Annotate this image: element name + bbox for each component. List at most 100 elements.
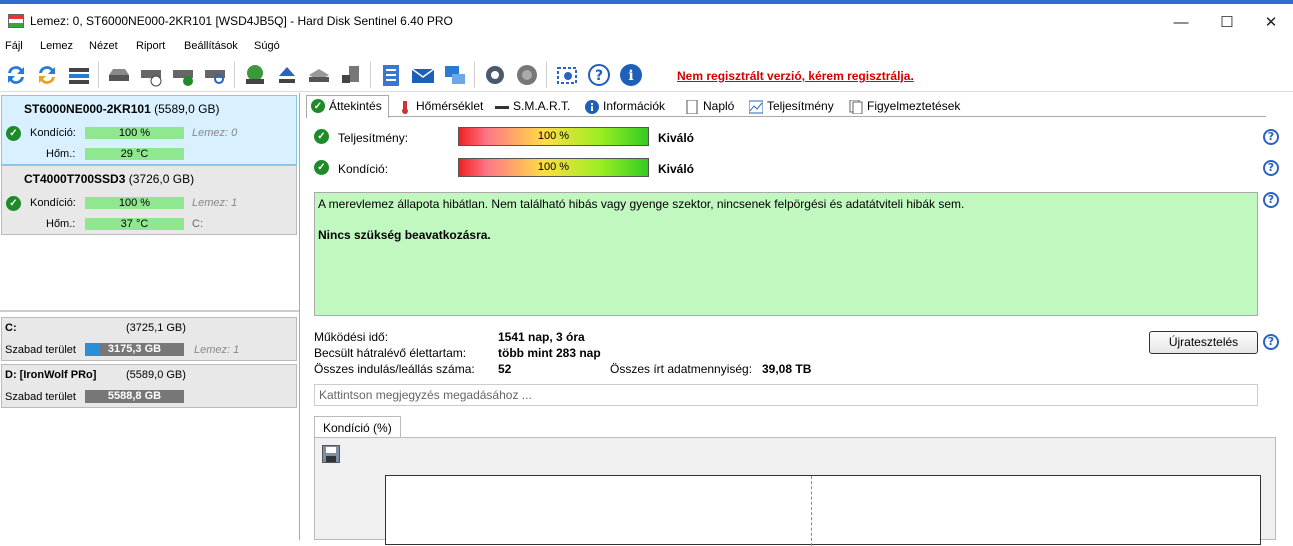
performance-bar: 100 % bbox=[458, 127, 649, 146]
usb-disk-icon[interactable] bbox=[338, 61, 364, 89]
refresh-all-icon[interactable] bbox=[34, 61, 60, 89]
tab-bar: ✓ Áttekintés Hőmérséklet S.M.A.R.T. Infor… bbox=[306, 95, 1266, 118]
help-icon[interactable]: ? bbox=[1263, 334, 1279, 350]
help-icon[interactable]: ? bbox=[586, 61, 612, 89]
title-bar: Lemez: 0, ST6000NE000-2KR101 [WSD4JB5Q] … bbox=[0, 0, 1293, 38]
tab-performance[interactable]: Teljesítmény bbox=[744, 95, 841, 117]
disk-item-1[interactable]: CT4000T700SSD3 (3726,0 GB) ✓ Kondíció: 1… bbox=[1, 165, 297, 235]
tab-label: S.M.A.R.T. bbox=[513, 99, 571, 113]
tab-information[interactable]: Információk bbox=[580, 95, 672, 117]
disk-item-0[interactable]: ST6000NE000-2KR101 (5589,0 GB) ✓ Kondíci… bbox=[1, 95, 297, 165]
condition-label: Kondíció: bbox=[338, 162, 389, 176]
retest-button[interactable]: Újratesztelés bbox=[1149, 331, 1258, 354]
lifetime-value: több mint 283 nap bbox=[498, 346, 601, 360]
ok-check-icon: ✓ bbox=[311, 99, 325, 113]
tab-overview[interactable]: ✓ Áttekintés bbox=[306, 95, 389, 118]
help-icon[interactable]: ? bbox=[1263, 160, 1279, 176]
free-space-bar: 3175,3 GB bbox=[85, 343, 184, 356]
condition-label: Kondíció: bbox=[30, 127, 76, 139]
disk-stack-icon[interactable] bbox=[306, 61, 332, 89]
volume-name: C: bbox=[5, 322, 17, 334]
globe-disk-icon[interactable] bbox=[242, 61, 268, 89]
ok-check-icon: ✓ bbox=[314, 129, 329, 144]
close-button[interactable]: ✕ bbox=[1248, 8, 1293, 38]
volume-letter: C: bbox=[192, 218, 203, 230]
disk-schedule-icon[interactable] bbox=[138, 61, 164, 89]
disk-search-icon[interactable] bbox=[202, 61, 228, 89]
menu-settings[interactable]: Beállítások bbox=[184, 40, 238, 52]
gear-icon[interactable] bbox=[482, 61, 508, 89]
info-icon[interactable]: i bbox=[618, 61, 644, 89]
tab-label: Információk bbox=[603, 99, 666, 113]
performance-rating: Kiváló bbox=[658, 131, 695, 145]
log-document-icon bbox=[686, 100, 698, 114]
speaker-icon[interactable] bbox=[514, 61, 540, 89]
tab-label: Hőmérséklet bbox=[416, 99, 484, 113]
alerts-document-icon bbox=[849, 100, 863, 114]
disk-list-icon[interactable] bbox=[66, 61, 92, 89]
eject-icon[interactable] bbox=[274, 61, 300, 89]
menu-report[interactable]: Riport bbox=[136, 40, 165, 52]
network-icon[interactable] bbox=[442, 61, 468, 89]
free-space-label: Szabad terület bbox=[5, 391, 76, 403]
uptime-value: 1541 nap, 3 óra bbox=[498, 330, 585, 344]
volume-item-c[interactable]: C: (3725,1 GB) Szabad terület 3175,3 GB … bbox=[1, 317, 297, 361]
tab-label: Napló bbox=[703, 99, 735, 113]
comment-field[interactable]: Kattintson megjegyzés megadásához ... bbox=[314, 384, 1258, 406]
toolbar: ? i bbox=[0, 58, 1293, 92]
menu-disk[interactable]: Lemez bbox=[40, 40, 73, 52]
toolbar-separator bbox=[474, 62, 475, 88]
start-stop-label: Összes indulás/leállás száma: bbox=[314, 362, 475, 376]
condition-bar: 100 % bbox=[458, 158, 649, 177]
lifetime-label: Becsült hátralévő élettartam: bbox=[314, 346, 467, 360]
start-stop-value: 52 bbox=[498, 362, 512, 376]
window-title: Lemez: 0, ST6000NE000-2KR101 [WSD4JB5Q] … bbox=[30, 14, 453, 28]
temperature-bar: 37 °C bbox=[85, 218, 184, 230]
svg-text:i: i bbox=[628, 68, 633, 84]
refresh-icon[interactable] bbox=[3, 61, 29, 89]
hard-disk-icon[interactable] bbox=[106, 61, 132, 89]
info-icon bbox=[585, 100, 599, 114]
menu-view[interactable]: Nézet bbox=[89, 40, 118, 52]
screenshot-icon[interactable] bbox=[554, 61, 580, 89]
tab-alerts[interactable]: Figyelmeztetések bbox=[844, 95, 967, 117]
volume-size: (5589,0 GB) bbox=[126, 369, 186, 381]
app-icon bbox=[8, 14, 24, 28]
disk-list-pane: ST6000NE000-2KR101 (5589,0 GB) ✓ Kondíci… bbox=[0, 93, 300, 540]
total-written-label: Összes írt adatmennyiség: bbox=[610, 362, 753, 376]
ok-check-icon: ✓ bbox=[6, 126, 21, 141]
performance-label: Teljesítmény: bbox=[338, 131, 409, 145]
help-icon[interactable]: ? bbox=[1263, 129, 1279, 145]
graph-tab-condition[interactable]: Kondíció (%) bbox=[314, 416, 401, 438]
status-text: A merevlemez állapota hibátlan. Nem talá… bbox=[318, 197, 965, 211]
disk-index: Lemez: 1 bbox=[192, 197, 238, 209]
tab-smart[interactable]: S.M.A.R.T. bbox=[490, 95, 577, 117]
thermometer-icon bbox=[402, 101, 408, 114]
volume-disk-index: Lemez: 1 bbox=[194, 344, 240, 356]
tab-temperature[interactable]: Hőmérséklet bbox=[393, 95, 490, 117]
menu-file[interactable]: Fájl bbox=[5, 40, 23, 52]
volume-size: (3725,1 GB) bbox=[126, 322, 186, 334]
menu-help[interactable]: Súgó bbox=[254, 40, 280, 52]
pane-divider[interactable] bbox=[0, 310, 299, 312]
report-icon[interactable] bbox=[378, 61, 404, 89]
performance-chart-icon bbox=[749, 100, 763, 114]
minimize-button[interactable]: — bbox=[1158, 8, 1204, 38]
toolbar-separator bbox=[370, 62, 371, 88]
tab-label: Teljesítmény bbox=[767, 99, 834, 113]
email-icon[interactable] bbox=[410, 61, 436, 89]
register-link[interactable]: Nem regisztrált verzió, kérem regisztrál… bbox=[677, 69, 914, 83]
disk-name: CT4000T700SSD3 (3726,0 GB) bbox=[24, 172, 195, 186]
save-icon[interactable] bbox=[322, 445, 340, 463]
maximize-button[interactable]: ☐ bbox=[1204, 8, 1250, 38]
status-action: Nincs szükség beavatkozásra. bbox=[318, 228, 491, 242]
help-icon[interactable]: ? bbox=[1263, 192, 1279, 208]
condition-bar: 100 % bbox=[85, 127, 184, 139]
volume-name: D: [IronWolf PRo] bbox=[5, 369, 97, 381]
free-space-bar: 5588,8 GB bbox=[85, 390, 184, 403]
volume-item-d[interactable]: D: [IronWolf PRo] (5589,0 GB) Szabad ter… bbox=[1, 364, 297, 408]
svg-text:?: ? bbox=[595, 68, 603, 84]
tab-log[interactable]: Napló bbox=[680, 95, 741, 117]
disk-test-icon[interactable] bbox=[170, 61, 196, 89]
graph-gridline bbox=[811, 476, 812, 546]
